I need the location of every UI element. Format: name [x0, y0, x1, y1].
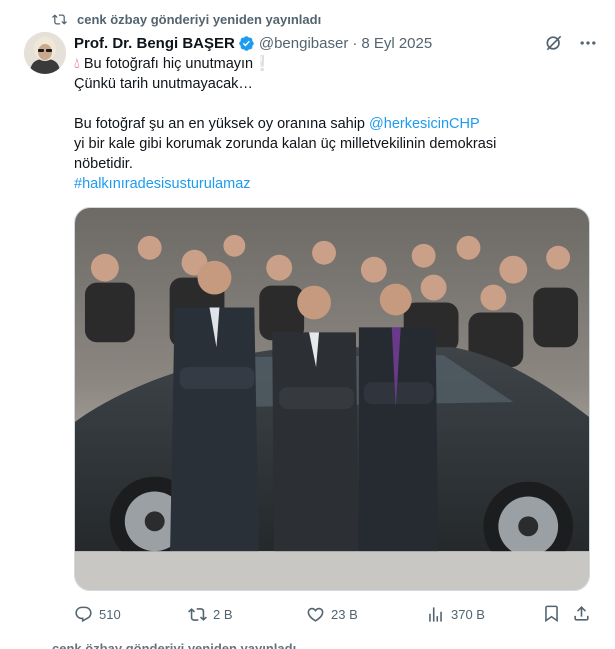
reply-icon	[75, 606, 92, 622]
post-text-line-2: Çünkü tarih unutmayacak…	[74, 76, 253, 92]
post-date[interactable]: 8 Eyl 2025	[361, 35, 432, 52]
reply-count: 510	[99, 606, 121, 622]
post-text-line-3-prefix: Bu fotoğraf şu an en yüksek oy oranına s…	[74, 116, 370, 132]
repost-button[interactable]: 2 B	[188, 600, 233, 628]
repost-indicator[interactable]: cenk özbay gönderiyi yeniden yayınladı	[52, 10, 321, 28]
share-icon[interactable]	[572, 604, 591, 623]
blood-drop-emoji: 💧︎	[74, 56, 80, 72]
post-text-line-5: nöbetidir.	[74, 156, 133, 172]
bookmark-icon[interactable]	[542, 604, 561, 623]
heart-icon	[307, 607, 324, 622]
repost-count: 2 B	[213, 606, 233, 622]
like-button[interactable]: 23 B	[306, 600, 358, 628]
post-text-line-3: Bu fotoğraf şu an en yüksek oy oranına s…	[74, 114, 594, 134]
post-text-line-4: yi bir kale gibi korumak zorunda kalan ü…	[74, 136, 497, 152]
avatar[interactable]	[24, 32, 66, 74]
separator-dot: ·	[352, 34, 358, 52]
grok-icon[interactable]	[544, 33, 564, 53]
hashtag-link[interactable]: #halkınıradesisusturulamaz	[74, 174, 594, 194]
reply-button[interactable]: 510	[74, 600, 121, 628]
repost-label: cenk özbay gönderiyi yeniden yayınladı	[77, 11, 322, 27]
author-name[interactable]: Prof. Dr. Bengi BAŞER	[74, 35, 235, 52]
views-chart-icon	[429, 606, 442, 622]
post-text-line-1-text: Bu fotoğrafı hiç unutmayın❕	[83, 56, 272, 72]
post-text: 💧︎ Bu fotoğrafı hiç unutmayın❕ Çünkü tar…	[74, 54, 594, 194]
author-handle[interactable]: @bengibaser	[259, 35, 348, 52]
mention-link[interactable]: @herkesicinCHP	[369, 116, 480, 132]
repost-icon	[52, 13, 67, 25]
photo-three-politicians-by-car	[75, 208, 589, 590]
post-photo[interactable]	[74, 207, 590, 591]
action-bar: 510 2 B 23 B 370 B	[74, 600, 594, 628]
verified-badge-icon[interactable]	[238, 35, 255, 52]
like-count: 23 B	[331, 606, 358, 622]
views-button[interactable]: 370 B	[426, 600, 485, 628]
post-header: Prof. Dr. Bengi BAŞER @bengibaser · 8 Ey…	[74, 32, 554, 54]
avatar-image	[24, 32, 66, 74]
next-post-repost-hint: cenk özbay gönderiyi yeniden yayınladı	[52, 641, 297, 649]
view-count: 370 B	[451, 606, 485, 622]
repost-icon	[188, 607, 207, 621]
post-text-line-1: 💧︎ Bu fotoğrafı hiç unutmayın❕	[74, 54, 594, 74]
more-options-icon[interactable]	[578, 33, 598, 53]
